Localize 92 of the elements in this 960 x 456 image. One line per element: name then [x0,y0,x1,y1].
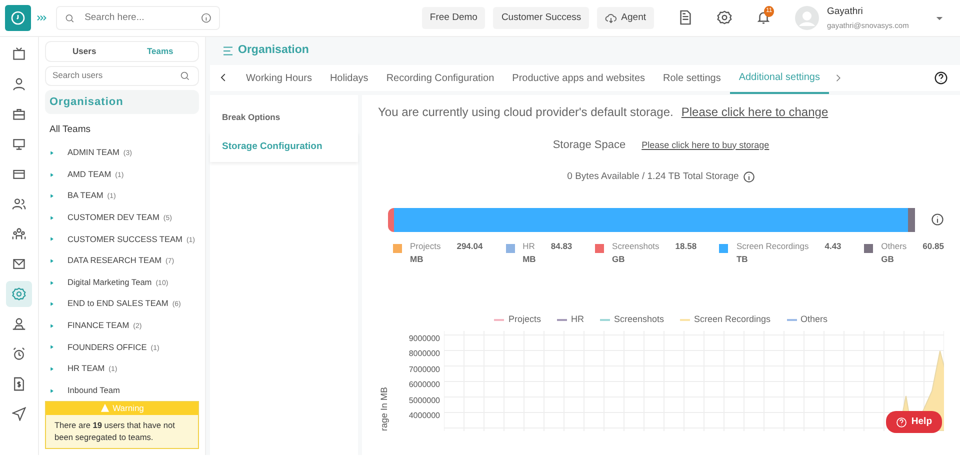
tv-icon [12,47,26,61]
legend-unit: GB [881,252,895,266]
menu-icon[interactable] [222,45,234,57]
change-link[interactable]: Please click here to change [681,103,828,121]
alarm-icon [12,347,26,361]
warning-text: There are 19 users that have not been segregated to teams. [53,418,176,444]
tab[interactable]: Productive apps and websites [503,64,654,92]
cloud-icon [605,12,618,24]
expand-icon[interactable] [49,214,56,221]
legend-label: Screen Recordings [736,240,809,251]
y-tick-label: 9000000 [408,332,440,345]
y-tick-label: 5000000 [408,394,440,407]
tab[interactable]: Working Hours [237,64,321,92]
storage-summary: 0 Bytes Available / 1.24 TB Total Storage [567,170,739,184]
tab[interactable]: Role settings [654,64,730,92]
tab[interactable]: Users [46,42,122,61]
settings-icon [12,287,26,301]
warning-icon [100,404,109,412]
search-input[interactable]: Search here... [82,10,193,26]
search-icon [65,12,75,24]
info-icon [200,12,211,24]
page-title: Organisation [238,43,309,58]
tab[interactable]: Holidays [320,64,378,92]
document-icon[interactable] [678,10,693,26]
legend-value: 4.43 [824,240,842,251]
expand-icon[interactable] [49,388,56,394]
expand-icon[interactable] [49,280,56,286]
storage-notice: You are currently using cloud provider's default storage. [378,104,674,121]
legend-label: Screen Recordings [694,313,771,326]
help-icon[interactable] [934,70,948,85]
info-icon[interactable] [742,170,755,183]
all-teams-item[interactable]: All Teams [45,118,199,142]
legend-label: Projects [410,240,441,251]
invoice-icon [12,377,26,391]
team-item[interactable]: Inbound Team [67,384,120,397]
app-logo[interactable] [5,5,31,31]
card-icon [12,167,26,181]
clock-icon [10,10,26,26]
warning-title: Warning [46,402,198,415]
y-tick-label: 4000000 [408,410,440,422]
expand-icon[interactable] [49,344,56,350]
legend-label: Others [800,313,828,326]
storage-space-label: Storage Space [552,138,626,153]
expand-icon[interactable] [49,193,56,200]
tab[interactable]: Recording Configuration [377,64,504,92]
buy-storage-link[interactable]: Please click here to buy storage [642,138,770,152]
sidebar-nav-item[interactable] [6,281,32,307]
help-icon [896,416,908,428]
help-button[interactable]: Help [886,411,942,434]
team-icon [12,227,26,241]
legend-unit: TB [736,252,749,266]
legend-value: 60.85 [922,240,944,251]
monitor-icon [12,137,26,151]
bell-icon[interactable] [756,10,771,26]
legend-unit: MB [410,252,424,266]
user-icon [12,77,26,91]
legend-label: HR [570,313,584,326]
legend-label: HR [522,240,535,251]
expand-icon[interactable] [49,150,56,156]
expand-icon[interactable] [49,258,56,264]
legend-label: Screenshots [612,240,660,251]
legend-label: Screenshots [614,313,664,326]
legend-unit: GB [612,252,626,266]
person-icon [12,317,26,331]
expand-icon[interactable] [49,236,56,242]
expand-icon[interactable] [49,322,56,329]
y-tick-label: 6000000 [408,379,440,392]
y-tick-label: 7000000 [408,364,440,376]
info-icon[interactable] [931,213,944,226]
search-users-field[interactable]: Search users [45,66,199,86]
expand-icon[interactable] [49,172,56,178]
y-axis-label: rage In MB [378,386,390,431]
legend-label: Projects [508,313,541,326]
settings-icon[interactable] [717,10,732,26]
search-field[interactable]: Search here... [56,6,220,30]
mail-icon [12,257,26,271]
legend-value: 84.83 [550,240,572,251]
users-icon [12,197,26,211]
legend-label: Others [881,240,907,251]
expand-icon[interactable] [49,366,56,372]
briefcase-icon [12,107,26,121]
y-tick-label: 8000000 [408,348,440,360]
legend-value: 294.04 [456,240,483,251]
user-name: Gayathri [827,5,864,20]
legend-value: 18.58 [675,240,697,251]
send-icon [12,407,26,421]
header-button[interactable]: Free Demo [422,6,486,30]
header-button[interactable]: Customer Success [493,6,590,30]
legend-unit: MB [522,252,537,266]
header-button[interactable]: Agent [597,6,654,30]
expand-icon[interactable] [49,301,56,308]
search-icon [180,70,190,81]
